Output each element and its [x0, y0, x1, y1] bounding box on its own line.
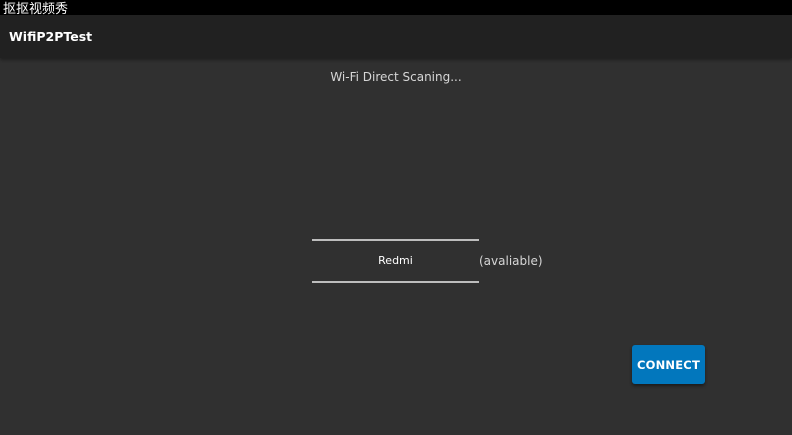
connect-button[interactable]: CONNECT [632, 345, 705, 384]
app-bar: WifiP2PTest [0, 15, 792, 58]
device-status: (avaliable) [479, 254, 543, 268]
scan-status-text: Wi-Fi Direct Scaning... [330, 70, 462, 84]
divider-bottom [312, 281, 479, 283]
divider-top [312, 239, 479, 241]
status-bar [0, 0, 792, 15]
device-name[interactable]: Redmi [312, 252, 479, 269]
app-title: WifiP2PTest [9, 29, 93, 44]
device-list-item[interactable]: Redmi [312, 239, 479, 283]
